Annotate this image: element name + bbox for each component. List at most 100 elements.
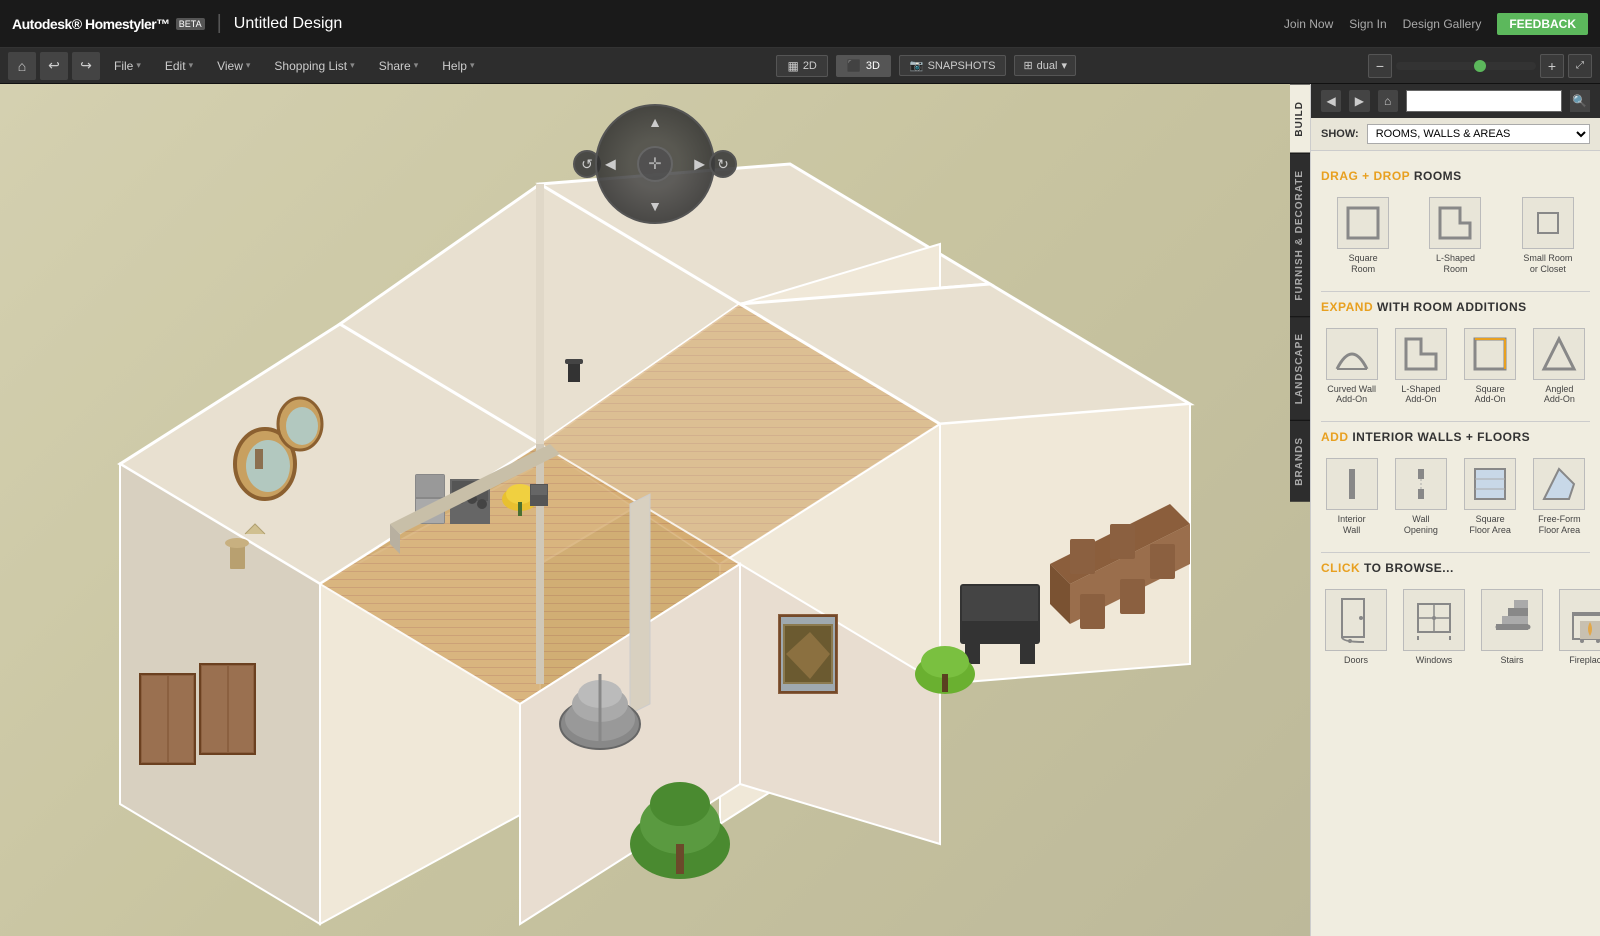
drag-rooms-header: DRAG + DROP ROOMS: [1321, 169, 1590, 183]
landscape-tab[interactable]: LANDSCAPE: [1290, 316, 1310, 420]
panel-search-input[interactable]: [1406, 90, 1562, 112]
autodesk-logo: Autodesk® Homestyler™ BETA: [12, 16, 205, 32]
wall-opening-icon: [1395, 458, 1447, 510]
rotate-right-button[interactable]: ↻: [709, 150, 737, 178]
l-shaped-room-item[interactable]: L-ShapedRoom: [1413, 193, 1497, 279]
pan-left-button[interactable]: ◀: [605, 156, 616, 173]
menu-bar: ⌂ ↩ ↪ File ▾ Edit ▾ View ▾ Shopping List…: [0, 48, 1600, 84]
interior-wall-icon: [1326, 458, 1378, 510]
panel-forward-button[interactable]: ▶: [1349, 90, 1369, 112]
panel-back-button[interactable]: ◀: [1321, 90, 1341, 112]
pan-up-button[interactable]: ▲: [648, 114, 662, 130]
fullscreen-button[interactable]: ⤢: [1568, 54, 1592, 78]
square-addon-label: SquareAdd-On: [1475, 384, 1506, 406]
snapshots-button[interactable]: 📷 SNAPSHOTS: [899, 55, 1007, 76]
small-room-item[interactable]: Small Roomor Closet: [1506, 193, 1590, 279]
share-menu[interactable]: Share ▾: [369, 55, 429, 77]
windows-item[interactable]: Windows: [1399, 585, 1469, 670]
stairs-icon: [1481, 589, 1543, 651]
right-panel: ◀ ▶ ⌂ 🔍 SHOW: ROOMS, WALLS & AREAS DRAG …: [1310, 84, 1600, 936]
small-room-icon: [1522, 197, 1574, 249]
viewport[interactable]: ↺ ▲ ▼ ◀ ▶ ✛ ↻: [0, 84, 1310, 936]
windows-label: Windows: [1416, 655, 1453, 666]
interior-wall-item[interactable]: InteriorWall: [1321, 454, 1382, 540]
menu-center: ▦ 2D ⬛ 3D 📷 SNAPSHOTS ⊞ dual ▾: [776, 55, 1076, 77]
wall-opening-item[interactable]: WallOpening: [1390, 454, 1451, 540]
l-shaped-room-label: L-ShapedRoom: [1436, 253, 1475, 275]
square-floor-icon: [1464, 458, 1516, 510]
show-label: SHOW:: [1321, 128, 1359, 140]
beta-badge: BETA: [176, 18, 205, 30]
walls-header: ADD INTERIOR WALLS + FLOORS: [1321, 430, 1590, 444]
small-room-label: Small Roomor Closet: [1523, 253, 1572, 275]
click-keyword: CLICK: [1321, 561, 1360, 575]
join-now-link[interactable]: Join Now: [1284, 17, 1333, 31]
scene-container: ↺ ▲ ▼ ◀ ▶ ✛ ↻: [0, 84, 1310, 936]
pan-right-button[interactable]: ▶: [694, 156, 705, 173]
feedback-button[interactable]: FEEDBACK: [1497, 13, 1588, 35]
furnish-decorate-tab[interactable]: FURNISH & DECORATE: [1290, 153, 1310, 317]
zoom-out-button[interactable]: −: [1368, 54, 1392, 78]
nav-center[interactable]: ✛: [637, 146, 673, 182]
freeform-floor-label: Free-FormFloor Area: [1538, 514, 1581, 536]
square-floor-item[interactable]: SquareFloor Area: [1460, 454, 1521, 540]
zoom-in-button[interactable]: +: [1540, 54, 1564, 78]
design-gallery-link[interactable]: Design Gallery: [1403, 17, 1482, 31]
windows-icon: [1403, 589, 1465, 651]
stairs-label: Stairs: [1500, 655, 1523, 666]
main-content: ↺ ▲ ▼ ◀ ▶ ✛ ↻ BUILD FURNISH & DECORATE L…: [0, 84, 1600, 936]
zoom-slider[interactable]: [1396, 62, 1536, 70]
design-title: Untitled Design: [234, 15, 343, 33]
menu-left: ⌂ ↩ ↪ File ▾ Edit ▾ View ▾ Shopping List…: [8, 52, 484, 80]
fireplaces-label: Fireplaces: [1569, 655, 1600, 666]
browse-grid: Doors Windows: [1321, 585, 1590, 670]
brands-tab[interactable]: BRANDS: [1290, 420, 1310, 502]
add-keyword: ADD: [1321, 430, 1349, 444]
brand-name: Autodesk® Homestyler™: [12, 16, 170, 32]
dual-button[interactable]: ⊞ dual ▾: [1014, 55, 1076, 76]
square-addon-icon: [1464, 328, 1516, 380]
doors-item[interactable]: Doors: [1321, 585, 1391, 670]
help-menu[interactable]: Help ▾: [432, 55, 484, 77]
l-shaped-addon-icon: [1395, 328, 1447, 380]
top-bar-right: Join Now Sign In Design Gallery FEEDBACK: [1284, 13, 1588, 35]
side-tabs: BUILD FURNISH & DECORATE LANDSCAPE BRAND…: [1290, 84, 1310, 502]
l-shaped-room-icon: [1429, 197, 1481, 249]
dual-icon: ⊞: [1023, 59, 1032, 72]
view-2d-button[interactable]: ▦ 2D: [776, 55, 827, 77]
2d-icon: ▦: [787, 59, 798, 73]
file-menu[interactable]: File ▾: [104, 55, 151, 77]
panel-home-button[interactable]: ⌂: [1378, 90, 1398, 112]
pan-down-button[interactable]: ▼: [648, 198, 662, 214]
expand-rest: WITH ROOM ADDITIONS: [1377, 300, 1527, 314]
freeform-floor-item[interactable]: Free-FormFloor Area: [1529, 454, 1590, 540]
edit-menu[interactable]: Edit ▾: [155, 55, 203, 77]
undo-button[interactable]: ↩: [40, 52, 68, 80]
panel-search-button[interactable]: 🔍: [1570, 90, 1590, 112]
home-button[interactable]: ⌂: [8, 52, 36, 80]
stairs-item[interactable]: Stairs: [1477, 585, 1547, 670]
square-room-icon: [1337, 197, 1389, 249]
angled-addon-item[interactable]: AngledAdd-On: [1529, 324, 1590, 410]
build-tab[interactable]: BUILD: [1290, 84, 1310, 153]
rooms-grid: SquareRoom L-ShapedRoom: [1321, 193, 1590, 279]
curved-wall-label: Curved WallAdd-On: [1327, 384, 1376, 406]
fireplaces-item[interactable]: Fireplaces: [1555, 585, 1600, 670]
curved-wall-item[interactable]: Curved WallAdd-On: [1321, 324, 1382, 410]
shopping-list-menu[interactable]: Shopping List ▾: [264, 55, 364, 77]
doors-label: Doors: [1344, 655, 1368, 666]
l-shaped-addon-item[interactable]: L-ShapedAdd-On: [1390, 324, 1451, 410]
view-3d-button[interactable]: ⬛ 3D: [836, 55, 891, 77]
browse-header: CLICK TO BROWSE...: [1321, 561, 1590, 575]
square-room-item[interactable]: SquareRoom: [1321, 193, 1405, 279]
expand-header: EXPAND WITH ROOM ADDITIONS: [1321, 300, 1590, 314]
sign-in-link[interactable]: Sign In: [1349, 17, 1386, 31]
view-menu[interactable]: View ▾: [207, 55, 260, 77]
square-floor-label: SquareFloor Area: [1469, 514, 1511, 536]
angled-addon-icon: [1533, 328, 1585, 380]
redo-button[interactable]: ↪: [72, 52, 100, 80]
show-select[interactable]: ROOMS, WALLS & AREAS: [1367, 124, 1590, 144]
top-bar: Autodesk® Homestyler™ BETA | Untitled De…: [0, 0, 1600, 48]
square-addon-item[interactable]: SquareAdd-On: [1460, 324, 1521, 410]
drag-keyword: DRAG + DROP: [1321, 169, 1410, 183]
